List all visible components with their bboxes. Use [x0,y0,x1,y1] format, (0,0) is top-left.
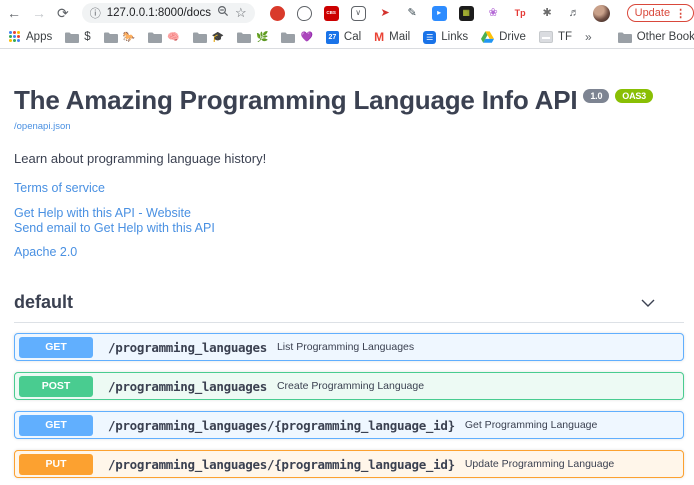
bookmark-folder-purple-heart[interactable]: 💜 [281,32,312,43]
bookmark-label: $ [84,31,90,43]
section-default-header[interactable]: default [14,292,684,323]
bookmark-mail[interactable]: M Mail [374,30,410,44]
folder-icon [237,32,251,43]
operation-summary: Create Programming Language [277,380,424,392]
bookmark-links[interactable]: ☰ Links [423,31,468,44]
chevron-down-icon[interactable] [640,295,656,311]
bookmark-folder-dollar[interactable]: $ [65,31,90,43]
operation-summary: List Programming Languages [277,341,414,353]
license-link[interactable]: Apache 2.0 [14,245,684,259]
swagger-page: The Amazing Programming Language Info AP… [0,85,694,485]
bookmark-label: Apps [26,31,52,43]
browser-toolbar: ← → ⟳ ⓘ 127.0.0.1:8000/docs ☆ CBS ∨ ➤ ✎ ▸ ▦ ❀ T… [0,0,694,26]
operation-summary: Update Programming Language [465,458,614,470]
bookmark-folder-horse[interactable]: 🐎 [104,32,135,43]
bookmark-folder-brain[interactable]: 🧠 [148,32,179,43]
grey-star-extension-icon[interactable]: ✱ [540,6,555,21]
video-camera-extension-icon[interactable]: ▸ [432,6,447,21]
apps-grid-icon [9,31,21,43]
operation-put-row[interactable]: PUT /programming_languages/{programming_… [14,450,684,478]
section-title: default [14,292,73,313]
update-label: Update [635,7,670,19]
operation-post-row[interactable]: POST /programming_languages Create Progr… [14,372,684,400]
update-button[interactable]: Update ⋮ [627,4,694,22]
operation-summary: Get Programming Language [465,419,598,431]
bookmark-folder-gradcap[interactable]: 🎓 [193,32,224,43]
bookmark-apps[interactable]: Apps [9,31,52,43]
chat-bubble-extension-icon[interactable] [297,6,312,21]
links-icon: ☰ [423,31,436,44]
bookmark-label: Mail [389,31,410,43]
back-button[interactable]: ← [7,6,21,20]
bookmark-label: 🧠 [167,32,179,43]
version-badge: 1.0 [583,89,609,103]
operation-get-row[interactable]: GET /programming_languages List Programm… [14,333,684,361]
menu-dots-icon[interactable]: ⋮ [675,7,686,20]
info-links: Terms of service Get Help with this API … [14,181,684,259]
operation-path: /programming_languages [108,340,267,355]
reload-button[interactable]: ⟳ [57,6,69,20]
method-button[interactable]: GET [19,337,93,358]
site-info-icon[interactable]: ⓘ [90,5,101,21]
folder-icon [65,32,79,43]
operation-path: /programming_languages [108,379,267,394]
tf-icon [539,31,553,43]
openapi-json-link[interactable]: /openapi.json [14,121,71,132]
forward-button[interactable]: → [32,6,46,20]
oas3-badge: OAS3 [615,89,653,103]
operation-get-row[interactable]: GET /programming_languages/{programming_… [14,411,684,439]
bookmark-label: Drive [499,31,526,43]
extensions-row: CBS ∨ ➤ ✎ ▸ ▦ ❀ Tp ✱ ♬ [270,6,582,21]
folder-icon [104,32,118,43]
bookmark-tf[interactable]: TF [539,31,572,43]
bookmark-label: 🐎 [123,32,135,43]
other-bookmarks-label: Other Bookmarks [637,31,694,43]
terms-of-service-link[interactable]: Terms of service [14,181,684,195]
bookmark-folder-green-plant[interactable]: 🌿 [237,32,268,43]
operations-list: GET /programming_languages List Programm… [14,333,684,485]
bookmark-label: 🎓 [212,32,224,43]
folder-icon [281,32,295,43]
bookmarks-overflow-chevron[interactable]: » [585,30,592,44]
folder-icon [618,32,632,43]
red-arrow-extension-icon[interactable]: ➤ [378,6,393,21]
bookmark-star-icon[interactable]: ☆ [235,5,247,21]
playlist-extension-icon[interactable]: ♬ [567,6,582,21]
help-website-link[interactable]: Get Help with this API - Website [14,206,684,220]
method-button[interactable]: POST [19,376,93,397]
bookmark-calendar[interactable]: 27 Cal [326,31,361,44]
help-email-link[interactable]: Send email to Get Help with this API [14,221,684,235]
pocket-extension-icon[interactable]: ∨ [351,6,366,21]
pattern-extension-icon[interactable]: ▦ [459,6,474,21]
method-button[interactable]: GET [19,415,93,436]
eyedropper-extension-icon[interactable]: ✎ [405,6,420,21]
bookmark-label: 🌿 [256,32,268,43]
operation-path: /programming_languages/{programming_lang… [108,418,455,433]
operation-path: /programming_languages/{programming_lang… [108,457,455,472]
bookmark-label: Links [441,31,468,43]
page-title: The Amazing Programming Language Info AP… [14,85,684,116]
calendar-icon: 27 [326,31,339,44]
other-bookmarks[interactable]: Other Bookmarks [618,31,694,43]
bookmark-label: 💜 [300,32,312,43]
api-description: Learn about programming language history… [14,151,684,166]
cbs-extension-icon[interactable]: CBS [324,6,339,21]
red-circle-extension-icon[interactable] [270,6,285,21]
bookmarks-bar: Apps $ 🐎 🧠 🎓 🌿 💜 27 Cal M Mail ☰ Links Drive TF » Oth… [0,26,694,49]
flower-extension-icon[interactable]: ❀ [486,6,501,21]
address-bar[interactable]: ⓘ 127.0.0.1:8000/docs ☆ [82,3,255,23]
gmail-icon: M [374,30,384,44]
bookmark-label: TF [558,31,572,43]
api-title-text: The Amazing Programming Language Info AP… [14,85,577,116]
zoom-out-icon[interactable] [217,4,229,22]
tp-extension-icon[interactable]: Tp [513,6,528,21]
url-text: 127.0.0.1:8000/docs [107,7,211,19]
profile-avatar[interactable] [593,5,610,22]
drive-icon [481,31,494,43]
bookmark-label: Cal [344,31,361,43]
method-button[interactable]: PUT [19,454,93,475]
folder-icon [148,32,162,43]
folder-icon [193,32,207,43]
bookmark-drive[interactable]: Drive [481,31,526,43]
